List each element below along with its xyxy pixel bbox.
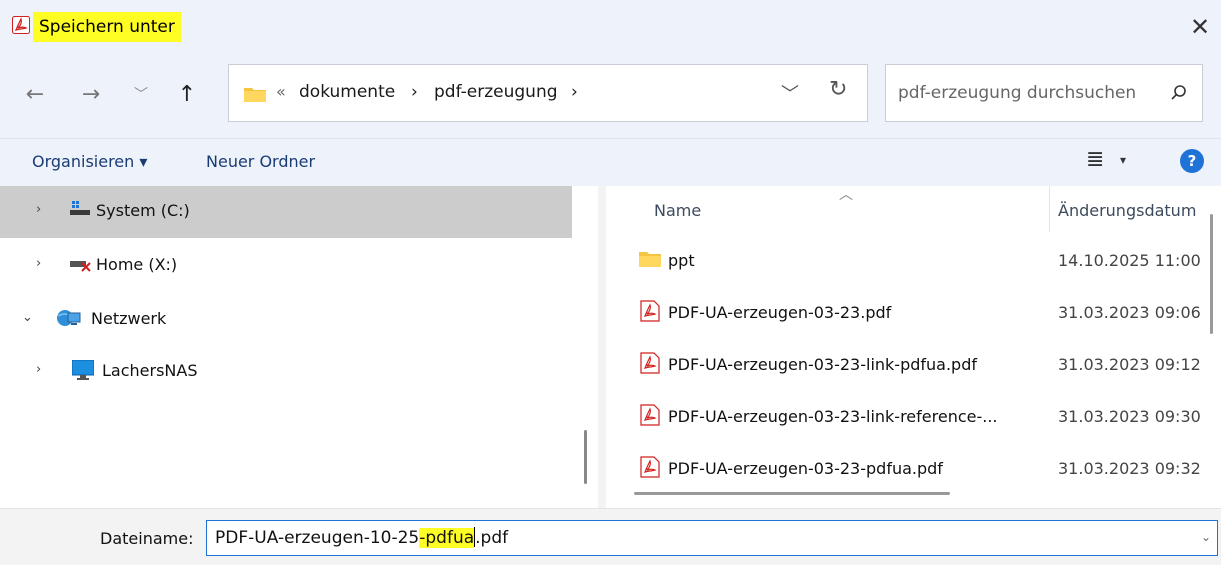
monitor-icon xyxy=(71,359,95,384)
file-date: 31.03.2023 09:12 xyxy=(1058,355,1201,374)
close-button[interactable]: ✕ xyxy=(1185,12,1215,42)
breadcrumb-pdf-erzeugung[interactable]: pdf-erzeugung xyxy=(434,82,558,102)
filename-bar: Dateiname: PDF-UA-erzeugen-10-25-pdfua.p… xyxy=(0,508,1221,565)
expand-chevron-icon[interactable]: › xyxy=(36,362,41,377)
nav-item-label: System (C:) xyxy=(96,201,190,220)
up-button[interactable]: ↑ xyxy=(172,80,202,110)
filename-suffix: .pdf xyxy=(475,528,509,548)
search-placeholder[interactable]: pdf-erzeugung durchsuchen xyxy=(898,83,1136,103)
nav-item-label: LachersNAS xyxy=(102,361,198,380)
expand-chevron-icon[interactable]: › xyxy=(36,202,41,217)
horizontal-scrollbar[interactable] xyxy=(634,492,950,495)
drive-icon xyxy=(70,200,90,220)
nav-item-label: Home (X:) xyxy=(96,255,178,274)
breadcrumb-dokumente[interactable]: dokumente xyxy=(299,82,395,102)
breadcrumb-separator[interactable]: › xyxy=(571,82,578,102)
filename-highlight: -pdfua xyxy=(419,528,475,548)
nav-item-lachersnas[interactable]: › LachersNAS xyxy=(0,346,572,398)
view-options-dropdown[interactable]: ▾ xyxy=(1120,153,1126,167)
folder-icon xyxy=(638,250,662,272)
file-name: ppt xyxy=(668,251,695,270)
command-bar: Organisieren ▾ Neuer Ordner ≣ ▾ ? xyxy=(0,138,1221,186)
column-header-date[interactable]: Änderungsdatum xyxy=(1058,201,1210,220)
view-options-icon[interactable]: ≣ xyxy=(1086,147,1104,172)
help-button[interactable]: ? xyxy=(1180,149,1204,173)
filename-input[interactable]: PDF-UA-erzeugen-10-25-pdfua.pdf ⌄ xyxy=(206,520,1218,556)
file-row[interactable]: PDF-UA-erzeugen-03-23-link-reference-...… xyxy=(606,392,1206,444)
navigation-bar: ← → ﹀ ↑ « dokumente › pdf-erzeugung › ﹀ … xyxy=(0,52,1221,138)
pane-divider[interactable] xyxy=(598,186,606,508)
address-bar[interactable]: « dokumente › pdf-erzeugung › ﹀ ↻ xyxy=(228,64,868,122)
recent-locations-button[interactable]: ﹀ xyxy=(126,80,156,110)
nav-item-system-c[interactable]: › System (C:) xyxy=(0,186,572,238)
column-header-name[interactable]: Name xyxy=(654,201,701,220)
filename-dropdown-button[interactable]: ⌄ xyxy=(1201,530,1211,544)
column-separator[interactable] xyxy=(1049,186,1050,232)
back-button[interactable]: ← xyxy=(20,80,50,110)
navigation-scrollbar[interactable] xyxy=(584,430,587,484)
pdf-icon xyxy=(640,352,660,378)
file-date: 31.03.2023 09:32 xyxy=(1058,459,1201,478)
search-icon[interactable] xyxy=(1170,84,1188,106)
file-name: PDF-UA-erzeugen-03-23-pdfua.pdf xyxy=(668,459,943,478)
title-bar: Speichern unter ✕ xyxy=(0,0,1221,52)
collapse-chevron-icon[interactable]: ⌄ xyxy=(22,310,33,325)
sort-ascending-icon: ︿ xyxy=(839,187,853,203)
file-name: PDF-UA-erzeugen-03-23-link-pdfua.pdf xyxy=(668,355,977,374)
file-date: 31.03.2023 09:06 xyxy=(1058,303,1201,322)
window-title: Speichern unter xyxy=(33,12,181,42)
forward-button[interactable]: → xyxy=(76,80,106,110)
pdf-icon xyxy=(640,300,660,326)
expand-chevron-icon[interactable]: › xyxy=(36,256,41,271)
network-icon xyxy=(56,308,82,332)
nav-item-netzwerk[interactable]: ⌄ Netzwerk xyxy=(0,294,572,346)
nav-item-label: Netzwerk xyxy=(91,309,167,328)
network-drive-disconnected-icon xyxy=(70,258,92,276)
file-name: PDF-UA-erzeugen-03-23.pdf xyxy=(668,303,892,322)
pdf-app-icon xyxy=(12,16,30,38)
file-row[interactable]: PDF-UA-erzeugen-03-23-pdfua.pdf 31.03.20… xyxy=(606,444,1206,496)
file-date: 14.10.2025 11:00 xyxy=(1058,251,1201,270)
file-name: PDF-UA-erzeugen-03-23-link-reference-... xyxy=(668,407,998,426)
breadcrumb-separator[interactable]: › xyxy=(411,82,418,102)
organize-menu-button[interactable]: Organisieren ▾ xyxy=(32,152,147,171)
filename-prefix: PDF-UA-erzeugen-10-25 xyxy=(215,528,420,548)
filename-value[interactable]: PDF-UA-erzeugen-10-25-pdfua.pdf xyxy=(215,526,509,548)
file-list: ︿ Name Änderungsdatum ppt 14.10.2025 11:… xyxy=(606,186,1221,508)
new-folder-button[interactable]: Neuer Ordner xyxy=(206,152,315,171)
filename-label: Dateiname: xyxy=(100,529,194,548)
pdf-icon xyxy=(640,456,660,482)
pdf-icon xyxy=(640,404,660,430)
address-dropdown-button[interactable]: ﹀ xyxy=(781,80,799,106)
search-box[interactable]: pdf-erzeugung durchsuchen xyxy=(885,64,1203,122)
file-date: 31.03.2023 09:30 xyxy=(1058,407,1201,426)
file-row-ppt[interactable]: ppt 14.10.2025 11:00 xyxy=(606,236,1206,288)
folder-icon xyxy=(243,85,267,107)
vertical-scrollbar[interactable] xyxy=(1210,214,1213,334)
navigation-pane: › System (C:) › Home (X:) ⌄ Netzwerk › L… xyxy=(0,186,598,508)
refresh-button[interactable]: ↻ xyxy=(829,77,847,102)
nav-item-home-x[interactable]: › Home (X:) xyxy=(0,240,572,292)
breadcrumb-overflow[interactable]: « xyxy=(276,82,286,101)
file-row[interactable]: PDF-UA-erzeugen-03-23.pdf 31.03.2023 09:… xyxy=(606,288,1206,340)
file-row[interactable]: PDF-UA-erzeugen-03-23-link-pdfua.pdf 31.… xyxy=(606,340,1206,392)
